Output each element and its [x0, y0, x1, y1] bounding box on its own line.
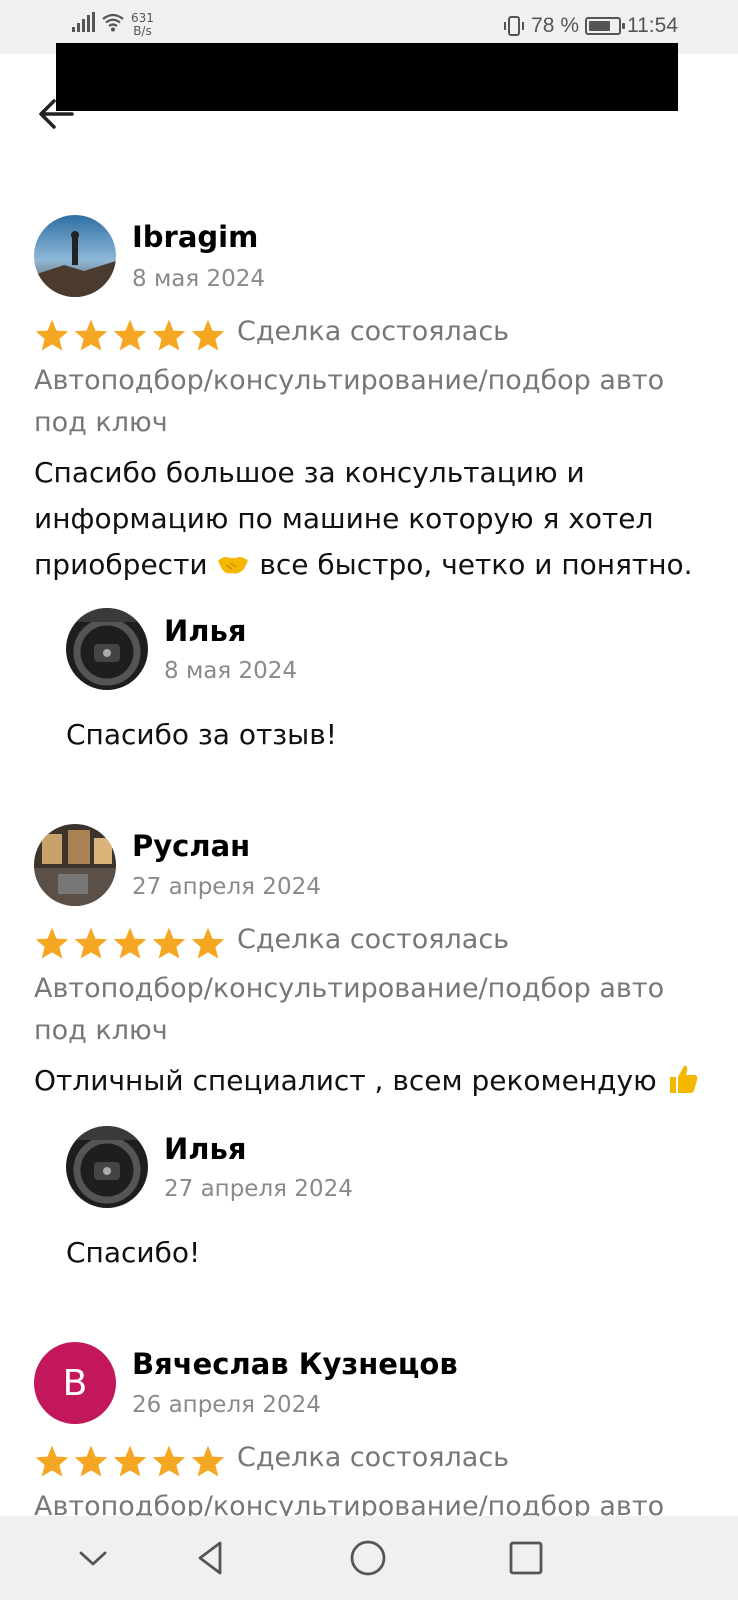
- signal-icon: [72, 12, 95, 32]
- star-icon: [113, 319, 147, 351]
- star-icon: [191, 1445, 225, 1477]
- rating-stars: [34, 318, 226, 352]
- battery-percent: 78 %: [531, 14, 579, 37]
- service-line: Автоподбор/консультирование/подбор авто: [34, 365, 665, 396]
- network-speed: 631 B/s: [131, 12, 154, 38]
- review-date: 27 апреля 2024: [132, 874, 321, 900]
- rating-stars: [34, 926, 226, 960]
- review-author: Ibragim: [132, 220, 259, 254]
- review-text: Отличный специалист , всем рекомендую: [34, 1058, 724, 1104]
- reply-avatar: [66, 608, 148, 690]
- reply-date: 8 мая 2024: [164, 658, 298, 684]
- handshake-emoji-icon: [218, 557, 249, 574]
- battery-fill: [589, 21, 610, 31]
- star-icon: [74, 319, 108, 351]
- review-text-part: приобрести: [34, 548, 208, 581]
- service-line: под ключ: [34, 1015, 168, 1046]
- service-category: Автоподбор/консультирование/подбор авто …: [34, 360, 714, 444]
- star-icon: [113, 927, 147, 959]
- star-icon: [74, 927, 108, 959]
- star-icon: [191, 927, 225, 959]
- reply-text: Спасибо!: [66, 1236, 201, 1269]
- status-right: 78 % 11:54: [503, 14, 678, 38]
- redacted-title-bar: [56, 43, 678, 111]
- rating-stars: [34, 1444, 226, 1478]
- star-icon: [35, 927, 69, 959]
- review-text-line: Спасибо большое за консультацию и: [34, 456, 585, 489]
- review-author: Вячеслав Кузнецов: [132, 1347, 458, 1381]
- battery-icon: [585, 17, 625, 35]
- star-icon: [152, 927, 186, 959]
- deal-status: Сделка состоялась: [237, 316, 510, 347]
- deal-status: Сделка состоялась: [237, 924, 510, 955]
- star-icon: [74, 1445, 108, 1477]
- service-category: Автоподбор/консультирование/подбор авто …: [34, 968, 714, 1052]
- review-text-line: приобрести все быстро, четко и понятно.: [34, 542, 724, 588]
- reply-author: Илья: [164, 1132, 247, 1166]
- reply-date: 27 апреля 2024: [164, 1176, 353, 1202]
- service-line: Автоподбор/консультирование/подбор авто: [34, 973, 665, 1004]
- review-date: 26 апреля 2024: [132, 1392, 321, 1418]
- status-left: 631 B/s: [72, 12, 154, 38]
- star-icon: [35, 1445, 69, 1477]
- review-date: 8 мая 2024: [132, 266, 266, 292]
- chevron-down-icon[interactable]: [71, 1536, 115, 1580]
- clock: 11:54: [627, 14, 678, 37]
- review-text-line: Отличный специалист , всем рекомендую: [34, 1064, 657, 1097]
- review-text-part: все быстро, четко и понятно.: [259, 548, 693, 581]
- avatar: [34, 824, 116, 906]
- service-line: под ключ: [34, 407, 168, 438]
- back-button[interactable]: [34, 92, 78, 136]
- star-icon: [113, 1445, 147, 1477]
- star-icon: [152, 1445, 186, 1477]
- reply-avatar: [66, 1126, 148, 1208]
- reply-text: Спасибо за отзыв!: [66, 718, 338, 751]
- reply-author: Илья: [164, 614, 247, 648]
- back-triangle-icon[interactable]: [189, 1536, 233, 1580]
- network-speed-unit: B/s: [133, 24, 152, 38]
- star-icon: [152, 319, 186, 351]
- star-icon: [191, 319, 225, 351]
- review-text: Спасибо большое за консультацию и информ…: [34, 450, 724, 588]
- thumbs-up-emoji-icon: [669, 1065, 697, 1093]
- system-nav-bar: [0, 1516, 738, 1600]
- review-text-line: информацию по машине которую я хотел: [34, 502, 654, 535]
- home-circle-icon[interactable]: [346, 1536, 390, 1580]
- vibrate-icon: [504, 16, 525, 36]
- avatar: В: [34, 1342, 116, 1424]
- wifi-icon: [102, 13, 124, 32]
- review-author: Руслан: [132, 829, 251, 863]
- deal-status: Сделка состоялась: [237, 1442, 510, 1473]
- avatar: [34, 215, 116, 297]
- star-icon: [35, 319, 69, 351]
- recents-square-icon[interactable]: [504, 1536, 548, 1580]
